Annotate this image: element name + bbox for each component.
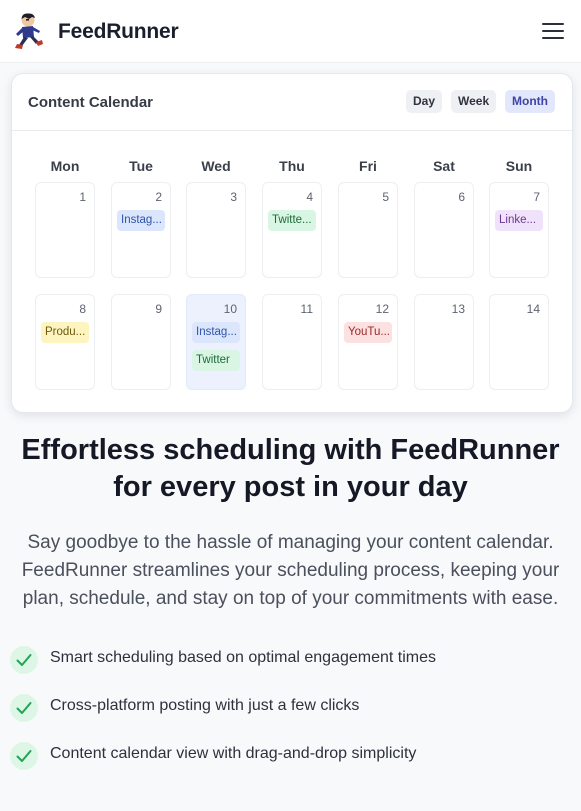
event-chip-instagram[interactable]: Instag... bbox=[117, 210, 165, 231]
calendar-day-cell[interactable]: 11 bbox=[262, 294, 322, 390]
running-mascot-icon[interactable] bbox=[12, 12, 46, 50]
calendar-day-cell[interactable]: 13 bbox=[414, 294, 474, 390]
date-number: 8 bbox=[79, 302, 86, 316]
event-chip-linkedin[interactable]: Linke... bbox=[495, 210, 543, 231]
feature-item: Cross-platform posting with just a few c… bbox=[10, 694, 570, 724]
date-number: 11 bbox=[300, 302, 313, 316]
check-icon bbox=[10, 694, 38, 722]
feature-text: Smart scheduling based on optimal engage… bbox=[50, 649, 436, 666]
event-chip-instagram[interactable]: Instag... bbox=[192, 322, 240, 343]
calendar-day-cell[interactable]: 1 bbox=[35, 182, 95, 278]
date-number: 9 bbox=[155, 302, 162, 316]
date-number: 12 bbox=[375, 302, 389, 316]
event-chip-product[interactable]: Produ... bbox=[41, 322, 89, 343]
date-number: 14 bbox=[526, 302, 540, 316]
date-number: 4 bbox=[306, 190, 313, 204]
calendar-day-cell[interactable]: 3 bbox=[186, 182, 246, 278]
weekday-header: Sat bbox=[433, 158, 455, 174]
date-number: 2 bbox=[155, 190, 162, 204]
feature-item: Smart scheduling based on optimal engage… bbox=[10, 646, 570, 676]
check-icon bbox=[10, 742, 38, 770]
description-line: FeedRunner streamlines your scheduling p… bbox=[21, 560, 560, 581]
brand-name[interactable]: FeedRunner bbox=[58, 20, 179, 44]
calendar-day-cell[interactable]: 2 Instag... bbox=[111, 182, 171, 278]
calendar-day-cell[interactable]: 4 Twitte... bbox=[262, 182, 322, 278]
hamburger-menu-icon[interactable] bbox=[542, 22, 564, 40]
calendar-day-cell[interactable]: 9 bbox=[111, 294, 171, 390]
hero-headline: Effortless scheduling with FeedRunner fo… bbox=[0, 432, 581, 506]
view-day-button[interactable]: Day bbox=[406, 90, 443, 113]
description-line: Say goodbye to the hassle of managing yo… bbox=[27, 532, 554, 553]
calendar-day-cell[interactable]: 8 Produ... bbox=[35, 294, 95, 390]
weekday-header: Fri bbox=[359, 158, 377, 174]
date-number: 6 bbox=[458, 190, 465, 204]
hero-description: Say goodbye to the hassle of managing yo… bbox=[0, 529, 581, 613]
date-number: 13 bbox=[451, 302, 465, 316]
calendar-title: Content Calendar bbox=[28, 94, 154, 111]
description-line: plan, schedule, and stay on top of your … bbox=[22, 588, 559, 609]
calendar-day-cell[interactable]: 7 Linke... bbox=[489, 182, 549, 278]
calendar-day-cell-highlighted[interactable]: 10 Instag... Twitter bbox=[186, 294, 246, 390]
content-calendar-card: Content Calendar Day Week Month Mon Tue … bbox=[11, 73, 573, 413]
view-week-button[interactable]: Week bbox=[451, 90, 497, 113]
date-number: 1 bbox=[79, 190, 86, 204]
headline-line: for every post in your day bbox=[113, 471, 468, 503]
date-number: 10 bbox=[223, 302, 237, 316]
calendar-day-cell[interactable]: 12 YouTu... bbox=[338, 294, 398, 390]
weekday-header: Mon bbox=[50, 158, 80, 174]
date-number: 5 bbox=[382, 190, 389, 204]
calendar-day-cell[interactable]: 14 bbox=[489, 294, 549, 390]
date-number: 7 bbox=[533, 190, 540, 204]
calendar-day-cell[interactable]: 6 bbox=[414, 182, 474, 278]
event-chip-twitter[interactable]: Twitte... bbox=[268, 210, 316, 231]
date-number: 3 bbox=[230, 190, 237, 204]
event-chip-youtube[interactable]: YouTu... bbox=[344, 322, 392, 343]
view-month-button[interactable]: Month bbox=[505, 90, 555, 113]
weekday-header: Tue bbox=[129, 158, 153, 174]
feature-text: Content calendar view with drag-and-drop… bbox=[50, 745, 417, 762]
headline-line: Effortless scheduling with FeedRunner bbox=[21, 434, 560, 466]
check-icon bbox=[10, 646, 38, 674]
weekday-header: Thu bbox=[279, 158, 305, 174]
feature-item: Content calendar view with drag-and-drop… bbox=[10, 742, 570, 772]
weekday-header: Sun bbox=[505, 158, 533, 174]
calendar-day-cell[interactable]: 5 bbox=[338, 182, 398, 278]
calendar-header: Content Calendar Day Week Month bbox=[12, 74, 572, 131]
event-chip-twitter[interactable]: Twitter bbox=[192, 350, 240, 371]
feature-text: Cross-platform posting with just a few c… bbox=[50, 697, 360, 714]
weekday-header: Wed bbox=[201, 158, 231, 174]
top-navigation-bar: FeedRunner bbox=[0, 0, 581, 63]
